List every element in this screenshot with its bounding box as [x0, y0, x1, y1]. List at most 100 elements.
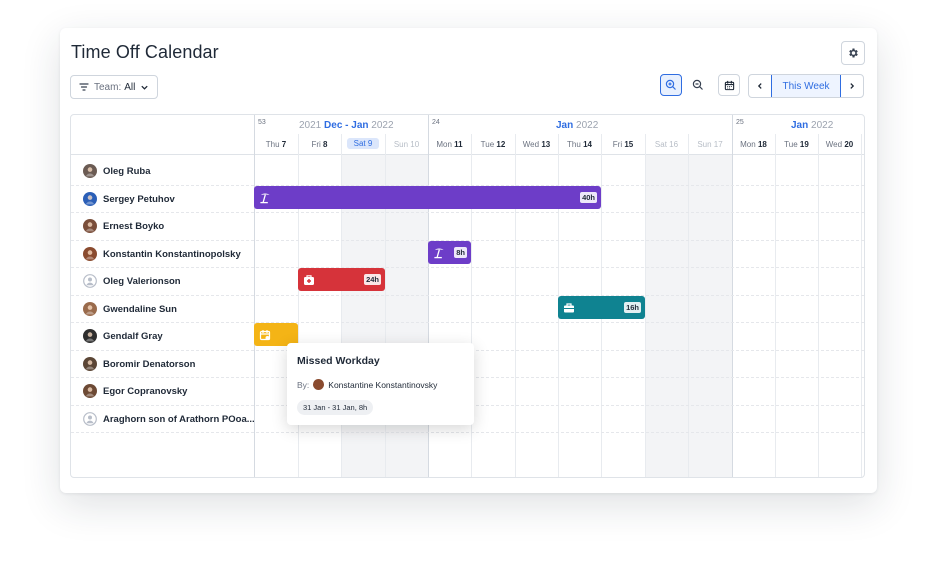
avatar	[83, 384, 97, 398]
year-label: 2022	[371, 120, 394, 131]
person-row-label[interactable]: Ernest Boyko	[83, 217, 164, 235]
year-label: 2022	[811, 120, 834, 131]
page-title: Time Off Calendar	[71, 42, 219, 62]
person-name: Konstantin Konstantinopolsky	[103, 248, 241, 260]
person-row-label[interactable]: Gendalf Gray	[83, 327, 163, 345]
person-row-label[interactable]: Oleg Valerionson	[83, 272, 181, 290]
user-placeholder-icon	[83, 412, 97, 426]
row-divider	[71, 212, 864, 213]
avatar	[83, 219, 97, 233]
time-off-bar-sick-leave[interactable]: 24h	[298, 268, 385, 291]
person-name: Boromir Denatorson	[103, 358, 196, 370]
person-row-label[interactable]: Egor Copranovsky	[83, 382, 187, 400]
person-name: Sergey Petuhov	[103, 193, 175, 205]
date-range-tag: 31 Jan - 31 Jan, 8h	[297, 400, 374, 415]
day-header-selected[interactable]: Sat 9	[347, 138, 379, 149]
day-header[interactable]: Tue 12	[471, 140, 515, 149]
settings-gear-icon	[849, 48, 858, 58]
day-header[interactable]: Fri 15	[601, 140, 645, 149]
person-row-label[interactable]: Konstantin Konstantinopolsky	[83, 245, 241, 263]
avatar	[83, 247, 97, 261]
filter-icon	[79, 83, 89, 91]
row-divider	[71, 267, 864, 268]
week-month-label: Jan 2022	[556, 120, 598, 131]
chevron-left-icon	[757, 83, 762, 89]
hours-badge: 16h	[624, 302, 641, 313]
day-header[interactable]: Thu 14	[558, 140, 601, 149]
week-month-label: Jan 2022	[791, 120, 833, 131]
settings-button[interactable]	[841, 41, 865, 65]
beach-icon	[434, 248, 444, 259]
zoom-in-button[interactable]	[660, 74, 682, 96]
month-name: Dec - Jan	[324, 120, 369, 131]
avatar	[83, 164, 97, 178]
person-name: Araghorn son of Arathorn POoa...	[103, 413, 255, 425]
next-week-button[interactable]	[841, 75, 863, 97]
day-header[interactable]: Thu 7	[254, 140, 298, 149]
hours-badge: 40h	[580, 192, 597, 203]
this-week-button[interactable]: This Week	[771, 75, 841, 97]
author-name[interactable]: Konstantine Konstantinovsky	[328, 380, 437, 390]
avatar	[313, 379, 325, 390]
time-off-bar-business-trip[interactable]: 16h	[558, 296, 645, 319]
zoom-out-icon	[692, 79, 703, 90]
person-row-label[interactable]: Oleg Ruba	[83, 162, 151, 180]
time-off-bar-vacation[interactable]: 8h	[428, 241, 471, 264]
person-name: Oleg Ruba	[103, 165, 151, 177]
month-name: Jan	[791, 120, 809, 131]
filter-value: All	[124, 81, 136, 93]
team-filter-dropdown[interactable]: Team: All	[70, 75, 159, 99]
year-label: 2022	[576, 120, 599, 131]
avatar	[83, 302, 97, 316]
hours-badge: 24h	[364, 274, 381, 285]
avatar	[83, 329, 97, 343]
medical-kit-icon	[304, 274, 314, 285]
day-header[interactable]: Mon 18	[732, 140, 775, 149]
popover-title: Missed Workday	[297, 355, 380, 367]
person-row-label[interactable]: Gwendaline Sun	[83, 300, 177, 318]
chevron-down-icon	[141, 85, 149, 90]
row-divider	[71, 432, 864, 433]
person-row-label[interactable]: Araghorn son of Arathorn POoa...	[83, 410, 255, 428]
person-name: Oleg Valerionson	[103, 275, 181, 287]
week-number: 24	[432, 119, 440, 126]
day-header[interactable]: Mon 11	[428, 140, 471, 149]
person-name: Egor Copranovsky	[103, 385, 188, 397]
avatar	[83, 357, 97, 371]
day-header[interactable]: Tue 19	[775, 140, 818, 149]
day-header[interactable]: Sun 10	[385, 140, 428, 149]
chevron-right-icon	[850, 83, 855, 89]
year-label: 2021	[299, 120, 322, 131]
time-off-bar-vacation[interactable]: 40h	[254, 186, 601, 209]
calendar-picker-button[interactable]	[718, 74, 740, 96]
previous-week-button[interactable]	[749, 75, 771, 97]
event-details-popover: Missed Workday By: Konstantine Konstanti…	[287, 343, 474, 425]
day-header[interactable]: Sat 16	[645, 140, 688, 149]
filter-prefix: Team:	[94, 81, 122, 93]
briefcase-icon	[564, 302, 574, 312]
person-row-label[interactable]: Sergey Petuhov	[83, 190, 175, 208]
day-header[interactable]: Wed 20	[818, 140, 861, 149]
hours-badge: 8h	[454, 247, 467, 258]
week-month-label: 2021 Dec - Jan 2022	[299, 120, 394, 131]
person-name: Gendalf Gray	[103, 330, 163, 342]
popover-author: By: Konstantine Konstantinovsky	[297, 379, 437, 390]
user-placeholder-icon	[83, 274, 97, 288]
header-divider	[71, 154, 864, 155]
row-divider	[71, 295, 864, 296]
time-off-calendar-card: Time Off Calendar Team: All This Week 53…	[60, 28, 877, 493]
calendar-icon	[724, 80, 734, 90]
month-name: Jan	[556, 120, 574, 131]
week-navigation: This Week	[748, 74, 864, 98]
zoom-out-button[interactable]	[687, 74, 709, 96]
person-name: Gwendaline Sun	[103, 303, 177, 315]
row-divider	[71, 322, 864, 323]
day-header[interactable]: Fri 8	[298, 140, 341, 149]
day-header[interactable]: Sun 17	[688, 140, 732, 149]
avatar	[83, 192, 97, 206]
day-header[interactable]: Wed 13	[515, 140, 558, 149]
week-number: 25	[736, 119, 744, 126]
week-number: 53	[258, 119, 266, 126]
person-row-label[interactable]: Boromir Denatorson	[83, 355, 195, 373]
calendar-icon	[259, 329, 271, 340]
